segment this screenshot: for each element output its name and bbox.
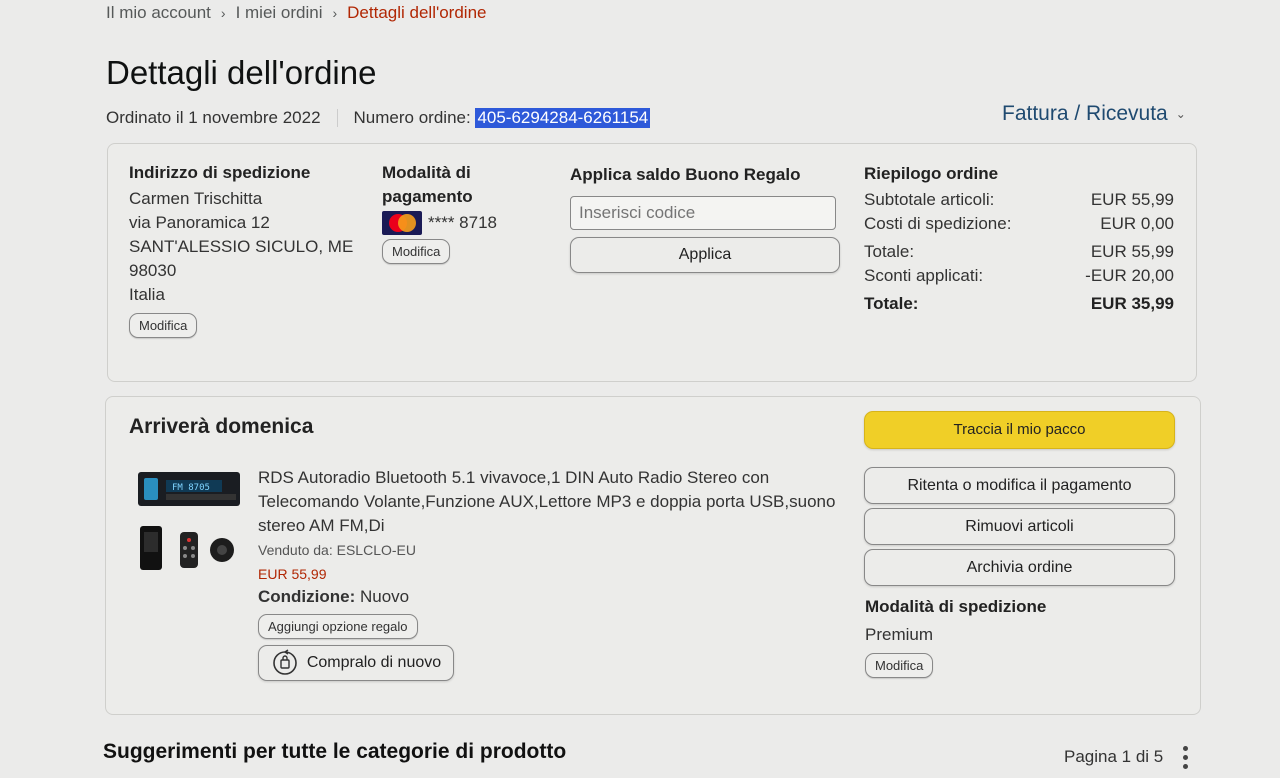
order-date: Ordinato il 1 novembre 2022 <box>106 108 321 127</box>
remove-items-button[interactable]: Rimuovi articoli <box>864 508 1175 545</box>
track-package-button[interactable]: Traccia il mio pacco <box>864 411 1175 449</box>
payment-heading-2: pagamento <box>382 187 473 206</box>
order-number[interactable]: 405-6294284-6261154 <box>475 108 651 128</box>
breadcrumb-order-details: Dettagli dell'ordine <box>347 3 487 22</box>
card-number: **** 8718 <box>428 213 498 232</box>
shipping-method-heading: Modalità di spedizione <box>865 597 1047 616</box>
payment-heading-1: Modalità di <box>382 163 471 182</box>
seller: Venduto da: ESLCLO-EU <box>258 542 416 558</box>
order-number-label: Numero ordine: <box>353 108 471 127</box>
address-line: SANT'ALESSIO SICULO, ME <box>129 237 354 256</box>
shipping-method-value: Premium <box>865 625 934 644</box>
product-title[interactable]: RDS Autoradio Bluetooth 5.1 vivavoce,1 D… <box>258 466 838 538</box>
page-title: Dettagli dell'ordine <box>106 54 377 91</box>
summary-row: Sconti applicati: -EUR 20,00 <box>864 266 1174 285</box>
chevron-down-icon: ⌄ <box>1175 107 1186 121</box>
product-price: EUR 55,99 <box>258 566 327 582</box>
summary-row: Totale: EUR 55,99 <box>864 242 1174 261</box>
address-line: Italia <box>129 285 165 304</box>
summary-row: Subtotale articoli: EUR 55,99 <box>864 190 1174 209</box>
buy-again-icon <box>273 649 297 675</box>
breadcrumb-my-account[interactable]: Il mio account <box>106 3 211 23</box>
breadcrumb-my-orders[interactable]: I miei ordini <box>236 3 323 23</box>
shipping-address: Indirizzo di spedizione Carmen Trischitt… <box>129 163 353 338</box>
product-image[interactable]: FM 8705 <box>136 470 242 574</box>
order-meta: Ordinato il 1 novembre 2022 Numero ordin… <box>106 108 651 128</box>
edit-address-button[interactable]: Modifica <box>129 313 198 338</box>
meta-divider <box>336 109 338 127</box>
invoice-label: Fattura / Ricevuta <box>1002 102 1168 125</box>
breadcrumb-separator-icon: › <box>332 5 338 21</box>
pagination-label: Pagina 1 di 5 <box>1064 747 1164 766</box>
more-options-icon[interactable] <box>1180 746 1190 772</box>
svg-text:FM 8705: FM 8705 <box>172 483 210 493</box>
edit-payment-button[interactable]: Modifica <box>382 239 451 264</box>
order-summary: Riepilogo ordine Subtotale articoli: EUR … <box>864 164 1174 316</box>
add-gift-option-button[interactable]: Aggiungi opzione regalo <box>258 614 418 639</box>
gift-code-input[interactable] <box>570 196 836 230</box>
summary-row: Costi di spedizione: EUR 0,00 <box>864 214 1174 233</box>
address-line: Carmen Trischitta <box>129 189 263 208</box>
mastercard-icon <box>382 211 422 235</box>
buy-again-button[interactable]: Compralo di nuovo <box>258 645 454 681</box>
retry-payment-button[interactable]: Ritenta o modifica il pagamento <box>864 467 1175 504</box>
delivery-heading: Arriverà domenica <box>129 415 314 438</box>
breadcrumb-separator-icon: › <box>220 5 226 21</box>
condition: Condizione: Nuovo <box>258 587 410 606</box>
invoice-dropdown[interactable]: Fattura / Ricevuta ⌄ <box>1002 102 1186 126</box>
shipping-method: Modalità di spedizione Premium Modifica <box>865 597 1046 678</box>
apply-gift-button[interactable]: Applica <box>570 237 840 273</box>
address-line: via Panoramica 12 <box>129 213 270 232</box>
edit-shipping-method-button[interactable]: Modifica <box>865 653 934 678</box>
breadcrumb: Il mio account › I miei ordini › Dettagl… <box>106 3 487 23</box>
summary-total-row: Totale: EUR 35,99 <box>864 294 1174 313</box>
summary-heading: Riepilogo ordine <box>864 164 999 183</box>
gift-heading: Applica saldo Buono Regalo <box>570 165 801 184</box>
shipping-heading: Indirizzo di spedizione <box>129 163 311 182</box>
address-line: 98030 <box>129 261 177 280</box>
suggestions-title: Suggerimenti per tutte le categorie di p… <box>103 740 567 763</box>
archive-order-button[interactable]: Archivia ordine <box>864 549 1175 586</box>
payment-method: Modalità di pagamento **** 8718 Modifica <box>382 163 497 264</box>
